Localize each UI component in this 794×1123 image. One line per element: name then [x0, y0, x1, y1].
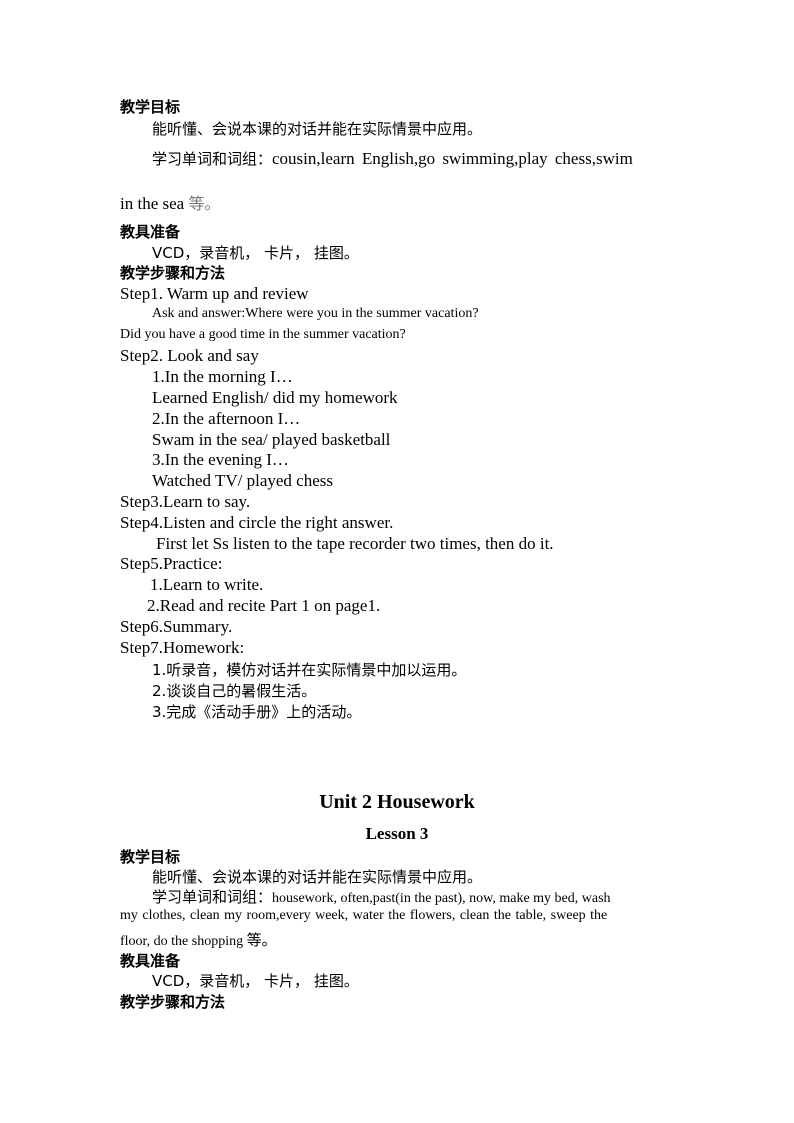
objectives-heading: 教学目标	[120, 98, 181, 116]
step5-item: 1.Learn to write.	[150, 575, 264, 594]
step1-question1: Ask and answer:Where were you in the sum…	[152, 306, 479, 321]
step7: Step7.Homework:	[120, 638, 245, 657]
vocab-line-2c: floor, do the shopping 等。	[120, 929, 277, 950]
materials-text: VCD，录音机， 卡片， 挂图。	[152, 244, 359, 262]
step4-detail: First let Ss listen to the tape recorder…	[156, 534, 554, 553]
materials-heading-2: 教具准备	[120, 952, 181, 970]
step2-item: 3.In the evening I…	[152, 450, 289, 469]
steps-heading: 教学步骤和方法	[120, 264, 226, 282]
materials-heading: 教具准备	[120, 223, 181, 241]
step5-item: 2.Read and recite Part 1 on page1.	[147, 596, 381, 615]
steps-heading-2: 教学步骤和方法	[120, 993, 226, 1011]
vocab-etc-2: 等。	[246, 931, 277, 949]
objectives-text: 能听懂、会说本课的对话并能在实际情景中应用。	[152, 120, 483, 138]
step5: Step5.Practice:	[120, 554, 223, 573]
objectives-heading-2: 教学目标	[120, 848, 181, 866]
step2: Step2. Look and say	[120, 346, 259, 365]
materials-text-2: VCD，录音机， 卡片， 挂图。	[152, 972, 359, 990]
step2-item: 1.In the morning I…	[152, 367, 293, 386]
vocab-label-2: 学习单词和词组：	[152, 888, 273, 906]
step1: Step1. Warm up and review	[120, 284, 309, 303]
step7-item: 3.完成《活动手册》上的活动。	[152, 703, 362, 721]
objectives-text-2: 能听懂、会说本课的对话并能在实际情景中应用。	[152, 868, 483, 886]
unit-title: Unit 2 Housework	[319, 791, 475, 813]
step7-item: 1.听录音，模仿对话并在实际情景中加以运用。	[152, 661, 467, 679]
step2-item: 2.In the afternoon I…	[152, 409, 301, 428]
step6: Step6.Summary.	[120, 617, 233, 636]
document-page: 教学目标 能听懂、会说本课的对话并能在实际情景中应用。 学习单词和词组：cous…	[0, 0, 794, 1123]
vocab-text-2: housework, often,past(in the past), now,…	[272, 891, 611, 906]
step2-item: Watched TV/ played chess	[152, 471, 334, 490]
step1-question2: Did you have a good time in the summer v…	[120, 327, 406, 342]
vocab-cont-text: in the sea	[120, 194, 189, 213]
vocab-line-2: 学习单词和词组：housework, often,past(in the pas…	[152, 886, 611, 907]
step2-item: Learned English/ did my homework	[152, 388, 398, 407]
vocab-etc: 等。	[188, 194, 221, 213]
step4: Step4.Listen and circle the right answer…	[120, 513, 394, 532]
vocab-text: cousin,learn English,go swimming,play ch…	[272, 149, 633, 168]
lesson-title: Lesson 3	[365, 824, 429, 843]
vocab-line: 学习单词和词组：cousin,learn English,go swimming…	[152, 148, 633, 169]
vocab-line-2b: my clothes, clean my room,every week, wa…	[120, 908, 608, 923]
vocab-text-2c: floor, do the shopping	[120, 934, 247, 949]
vocab-label: 学习单词和词组：	[152, 150, 273, 168]
vocab-continued: in the sea 等。	[120, 190, 220, 214]
step7-item: 2.谈谈自己的暑假生活。	[152, 682, 317, 700]
step2-item: Swam in the sea/ played basketball	[152, 430, 391, 449]
step3: Step3.Learn to say.	[120, 492, 251, 511]
